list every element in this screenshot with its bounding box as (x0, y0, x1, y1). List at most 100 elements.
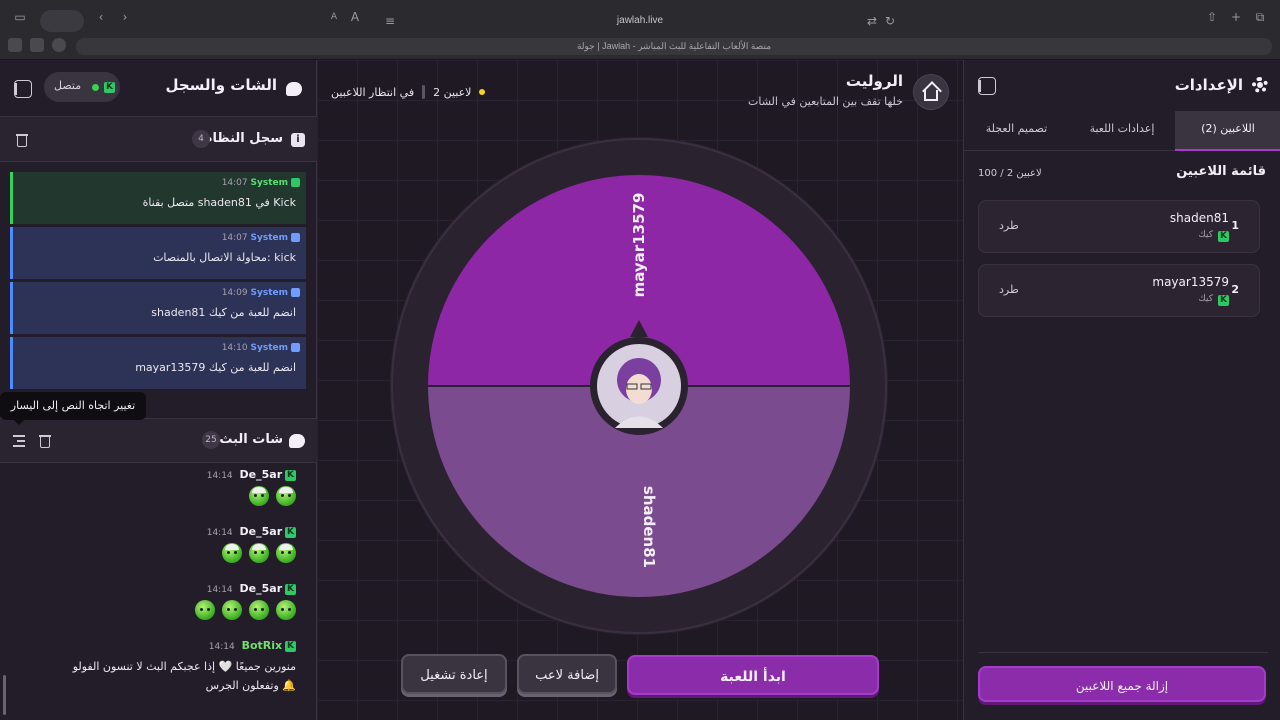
settings-tabs: اللاعبين (2) إعدادات اللعبة تصميم العجلة (964, 111, 1280, 151)
translate-icon[interactable]: ⇄ (864, 10, 880, 32)
chat-message: 14:14 De_5ar K (16, 468, 296, 508)
pinned-tab-icon[interactable] (8, 38, 22, 52)
tab-overview-icon[interactable]: ⧉ (1252, 6, 1268, 28)
message-text: محاولة الاتصال بالمنصات: kick (153, 251, 296, 264)
message-meta: 14:07 System (222, 233, 300, 243)
emote-icon (249, 486, 269, 506)
chat-message: 14:14 De_5ar K (16, 582, 296, 622)
text-direction-tooltip: تغيير اتجاه النص إلى اليسار (0, 392, 146, 425)
share-icon[interactable]: ⇧ (1204, 6, 1220, 28)
players-count: 100 / 2 لاعبين (978, 168, 1042, 179)
pinned-tab-icon[interactable] (52, 38, 66, 52)
message-text: منورين جميعًا 🤍 إذا عجبكم البث لا تنسون … (73, 657, 296, 695)
player-number: 2 (1231, 283, 1239, 296)
active-tab[interactable]: جولة | Jawlah - منصة الألعاب التفاعلية ل… (76, 38, 1272, 55)
player-platform: كيك (1198, 230, 1213, 240)
text-size-large-icon[interactable]: A (346, 6, 364, 28)
sidebar-toggle-icon[interactable]: ▭ (10, 6, 30, 28)
chat-panel-header: الشات والسجل K متصل (0, 60, 317, 117)
chat-message: 14:14 BotRix K منورين جميعًا 🤍 إذا عجبكم… (16, 639, 296, 699)
stream-chat-title: شات البث (219, 432, 283, 447)
collapse-panel-icon[interactable] (978, 77, 996, 95)
emote-icon (249, 600, 269, 620)
message-meta: 14:07 System (222, 178, 300, 188)
message-line: وتفعلون الجرس 🔔 (205, 679, 296, 692)
status-players: 2 لاعبين (433, 85, 472, 99)
kick-player-button[interactable]: طرد (999, 219, 1019, 232)
system-message: 14:09 System shaden81 انضم للعبة من كيك (10, 282, 306, 334)
gear-icon (1252, 77, 1268, 93)
wheel-svg: mayar13579 shaden81 (390, 137, 888, 635)
clear-chat-icon[interactable] (39, 434, 51, 448)
message-text: متصل بقناة shaden81 في Kick (142, 196, 296, 209)
roulette-wheel[interactable]: mayar13579 shaden81 (390, 137, 888, 635)
stream-chat-header: شات البث 25 (0, 418, 317, 463)
new-tab-icon[interactable]: + (1228, 6, 1244, 28)
remove-all-players-button[interactable]: إزالة جميع اللاعبين (978, 666, 1266, 702)
clear-log-icon[interactable] (16, 133, 28, 147)
url-text: jawlah.live (616, 15, 664, 26)
stream-chat-count: 25 (202, 431, 220, 449)
emote-icon (222, 600, 242, 620)
system-message: 14:07 System متصل بقناة shaden81 في Kick (10, 172, 306, 224)
segment-label: shaden81 (640, 486, 658, 568)
player-name: shaden81 (1169, 211, 1229, 225)
system-log-header: i سجل النظام 4 (0, 117, 317, 162)
back-icon[interactable]: ‹ (92, 6, 110, 28)
kick-icon: K (104, 82, 115, 93)
divider (978, 652, 1268, 653)
message-meta: 14:14 De_5ar K (207, 525, 296, 538)
chat-icon (286, 82, 302, 96)
kick-player-button[interactable]: طرد (999, 283, 1019, 296)
system-message: 14:07 System محاولة الاتصال بالمنصات: ki… (10, 227, 306, 279)
emote-row (249, 486, 296, 506)
emote-icon (276, 543, 296, 563)
pinned-tab-icon[interactable] (30, 38, 44, 52)
forward-icon[interactable]: › (116, 6, 134, 28)
message-text: mayar13579 انضم للعبة من كيك (135, 361, 296, 374)
add-player-button[interactable]: إضافة لاعب (517, 654, 617, 694)
chat-icon (289, 434, 305, 448)
reload-icon[interactable]: ↻ (882, 10, 898, 32)
emote-icon (276, 600, 296, 620)
player-row: 2 mayar13579 K كيك طرد (978, 264, 1260, 317)
chat-panel: الشات والسجل K متصل i سجل النظام 4 14:07… (0, 60, 317, 720)
message-meta: 14:10 System (222, 343, 300, 353)
address-bar[interactable]: ≡ jawlah.live ⇄ ↻ (378, 10, 902, 32)
tab-players[interactable]: اللاعبين (2) (1175, 111, 1280, 151)
chat-panel-title: الشات والسجل (165, 76, 277, 94)
start-game-button[interactable]: ابدأ اللعبة (627, 655, 879, 695)
game-status: في انتظار اللاعبين 2 لاعبين (331, 85, 486, 99)
emote-row (195, 600, 296, 620)
message-text: shaden81 انضم للعبة من كيك (151, 306, 296, 319)
game-title: الروليت (845, 72, 903, 90)
player-name: mayar13579 (1152, 275, 1229, 289)
settings-title: الإعدادات (1174, 76, 1243, 94)
message-meta: 14:14 BotRix K (209, 639, 296, 652)
status-divider (422, 85, 426, 99)
system-message: 14:10 System mayar13579 انضم للعبة من كي… (10, 337, 306, 389)
settings-panel: الإعدادات اللاعبين (2) إعدادات اللعبة تص… (963, 60, 1280, 720)
tab-wheel-design[interactable]: تصميم العجلة (964, 111, 1069, 151)
game-subtitle: خلها تقف بين المتابعين في الشات (748, 95, 903, 108)
restart-button[interactable]: إعادة تشغيل (401, 654, 507, 694)
tab-game-settings[interactable]: إعدادات اللعبة (1069, 111, 1175, 151)
kick-icon: K (1218, 295, 1229, 306)
system-log-title: سجل النظام (203, 131, 283, 146)
tab-group-button[interactable] (40, 10, 84, 32)
text-direction-icon[interactable] (11, 434, 25, 448)
emote-icon (195, 600, 215, 620)
text-size-small-icon[interactable]: A (326, 6, 342, 28)
message-meta: 14:09 System (222, 288, 300, 298)
emote-icon (276, 486, 296, 506)
player-row: 1 shaden81 K كيك طرد (978, 200, 1260, 253)
message-line: منورين جميعًا 🤍 إذا عجبكم البث لا تنسون … (72, 660, 296, 673)
connection-status: K متصل (44, 72, 120, 102)
segment-label: mayar13579 (630, 193, 648, 298)
players-list-title: قائمة اللاعبين (1176, 164, 1266, 179)
collapse-panel-icon[interactable] (14, 80, 32, 98)
player-number: 1 (1231, 219, 1239, 232)
home-button[interactable] (913, 74, 949, 110)
connection-status-label: متصل (54, 79, 82, 92)
chat-scrollbar[interactable] (3, 675, 6, 715)
